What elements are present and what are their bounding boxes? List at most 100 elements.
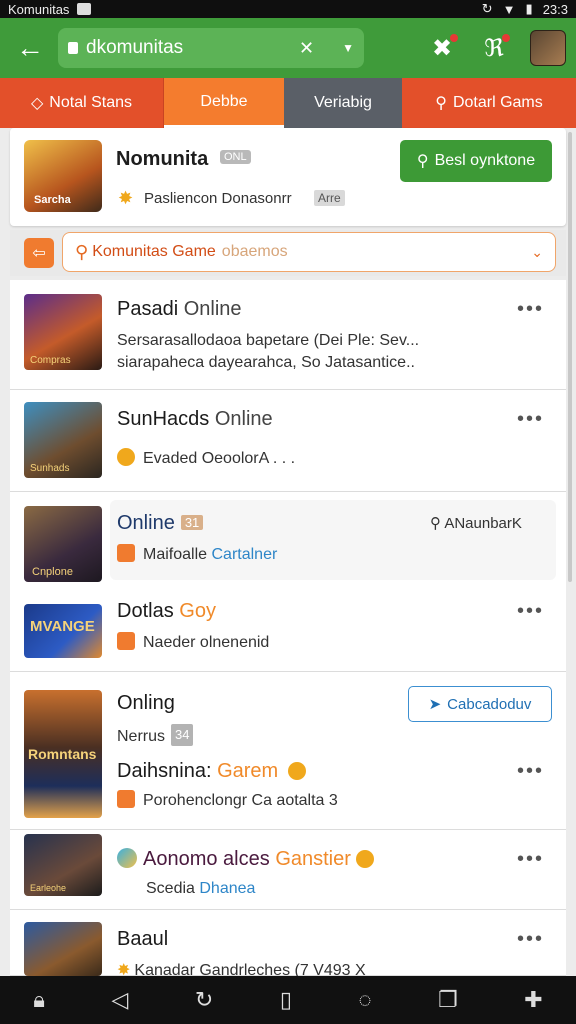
featured-card[interactable]: Sarcha Nomunita ONL ✸ Pasliencon Donason… xyxy=(10,128,566,226)
avatar[interactable] xyxy=(530,30,566,66)
game-thumbnail: MVANGE xyxy=(24,604,102,658)
game-highlight: Garem xyxy=(217,760,279,782)
more-icon[interactable]: ••• xyxy=(517,298,544,321)
desc-link[interactable]: Dhanea xyxy=(199,880,255,897)
coin-icon xyxy=(287,762,306,780)
more-icon[interactable]: ••• xyxy=(517,408,544,431)
list-item[interactable]: Sunhads SunHacds Online Evaded OeoolorA … xyxy=(10,390,566,492)
game-description: Scedia Dhanea xyxy=(146,878,255,900)
back-icon[interactable]: ◁ xyxy=(111,987,128,1013)
more-icon[interactable]: ••• xyxy=(517,848,544,871)
coin-icon xyxy=(117,448,135,466)
game-badge: 31 xyxy=(180,515,204,530)
tab-dotarl-gams[interactable]: ⚲ Dotarl Gams xyxy=(402,78,576,128)
search-icon: ⚲ xyxy=(416,153,429,170)
game-highlight: Goy xyxy=(179,600,216,622)
share-icon[interactable]: ⇦ xyxy=(24,238,54,268)
list-item[interactable]: Romntans Onling Nerrus 34 ➤ Cabcadoduv Da… xyxy=(10,672,566,830)
search-input[interactable]: dkomunitas ✕ ▼ xyxy=(58,28,364,68)
thumb-label: MVANGE xyxy=(30,618,95,635)
game-name: Pasadi xyxy=(117,298,179,320)
game-name: Online xyxy=(117,512,175,534)
sync-icon: ↻ xyxy=(481,1,493,16)
sub-badge: 34 xyxy=(171,724,194,746)
chat-icon[interactable]: ◌ xyxy=(358,987,371,1013)
tab-label: Notal Stans xyxy=(49,94,133,111)
status-title: Komunitas xyxy=(8,1,70,17)
list-item[interactable]: Baaul ✸ Kanadar Gandrleches (7 V493 X ••• xyxy=(10,910,566,979)
game-description: Evaded OeoolorA . . . xyxy=(117,448,295,470)
desc-text: Evaded OeoolorA . . . xyxy=(143,450,296,467)
more-icon[interactable]: ••• xyxy=(517,600,544,623)
game-status: Online xyxy=(214,408,273,430)
game-description: Naeder olnenenid xyxy=(117,632,269,654)
download-button[interactable]: ➤ Cabcadoduv xyxy=(408,686,552,722)
filter-select[interactable]: ⚲ Komunitas Game obaemos ⌄ xyxy=(62,232,556,272)
app-bar: ← dkomunitas ✕ ▼ ✖ ℜ xyxy=(0,18,576,78)
game-name: Baaul xyxy=(117,928,169,950)
game-title[interactable]: Online 31 xyxy=(117,512,204,535)
thumb-label: Earleohe xyxy=(30,883,67,893)
tab-veriabig[interactable]: Veriabig xyxy=(284,78,402,128)
lock-icon xyxy=(68,42,78,54)
refresh-icon[interactable]: ↻ xyxy=(195,987,213,1013)
game-highlight: Ganstier xyxy=(275,848,351,870)
desc-text: Naeder olnenenid xyxy=(143,634,270,651)
game-title: Aonomo alces Ganstier xyxy=(117,848,382,871)
game-description: Porohenclongr Ca aotalta 3 xyxy=(117,790,338,812)
game-thumbnail: Cnplone xyxy=(24,506,102,582)
game-title: Baaul xyxy=(117,928,168,951)
game-title: Daihsnina: Garem xyxy=(117,760,314,783)
search-icon: ⚲ xyxy=(435,95,447,112)
thumb-label: Sunhads xyxy=(30,463,70,474)
game-sublabel: Nerrus 34 xyxy=(117,724,194,748)
scrollbar[interactable] xyxy=(568,132,572,582)
desc-line: Sersarasallodaoa bapetare (Dei Ple: Sev.… xyxy=(117,332,420,349)
game-title: Pasadi Online xyxy=(117,298,242,321)
tab-debbe[interactable]: Debbe xyxy=(164,78,284,128)
back-button[interactable]: ← xyxy=(10,28,50,68)
game-name: Dotlas xyxy=(117,600,174,622)
list-item[interactable]: Compras Pasadi Online Sersarasallodaoa b… xyxy=(10,280,566,390)
search-icon: ⚲ xyxy=(75,241,89,262)
image-icon xyxy=(77,3,92,15)
more-icon[interactable]: ••• xyxy=(517,928,544,951)
sub-label: Nerrus xyxy=(117,728,166,745)
battery-icon: ▮ xyxy=(525,1,533,16)
chevron-down-icon[interactable]: ▼ xyxy=(342,41,354,55)
button-label: Cabcadoduv xyxy=(447,695,532,713)
chat-icon xyxy=(117,790,135,808)
tab-notal-stans[interactable]: ◇ Notal Stans xyxy=(0,78,164,128)
filter-label: Komunitas Game xyxy=(92,243,216,260)
globe-icon xyxy=(117,848,137,868)
windows-icon[interactable]: ❐ xyxy=(438,987,458,1013)
cta-label: Besl oynktone xyxy=(434,152,536,169)
more-icon[interactable]: ••• xyxy=(517,760,544,783)
featured-badge: ONL xyxy=(220,150,251,164)
add-icon[interactable]: ✚ xyxy=(524,987,542,1013)
sun-icon: ✸ xyxy=(118,188,134,208)
featured-cta-button[interactable]: ⚲ Besl oynktone xyxy=(400,140,552,182)
tabs-icon[interactable]: ▯ xyxy=(280,987,292,1013)
desc-link[interactable]: Cartalner xyxy=(211,546,277,563)
profile-badge-icon[interactable]: ℜ xyxy=(478,32,510,64)
lock-icon[interactable]: 🔒︎ xyxy=(33,987,45,1013)
list-item[interactable]: Earleohe Aonomo alces Ganstier Scedia Dh… xyxy=(10,830,566,910)
featured-chip: Arre xyxy=(314,190,345,206)
arrow-icon: ➤ xyxy=(428,696,442,713)
status-time: 23:3 xyxy=(542,1,568,17)
chat-icon xyxy=(117,632,135,650)
game-title: SunHacds Online xyxy=(117,408,273,431)
action-link[interactable]: ⚲ ANaunbarK xyxy=(430,514,522,532)
game-thumbnail: Sunhads xyxy=(24,402,102,478)
game-thumbnail: Compras xyxy=(24,294,102,370)
tag-icon: ◇ xyxy=(30,95,44,112)
game-title[interactable]: Dotlas Goy xyxy=(117,600,216,623)
hammer-icon[interactable]: ✖ xyxy=(426,32,458,64)
clear-icon[interactable]: ✕ xyxy=(299,38,314,59)
desc-text: Maifoalle xyxy=(143,546,208,563)
chevron-down-icon: ⌄ xyxy=(531,243,543,260)
thumb-label: Sarcha xyxy=(34,194,71,206)
desc-line: siarapaheca dayearahca, So Jatasantice.. xyxy=(117,354,415,371)
game-name: Onling xyxy=(117,692,175,714)
